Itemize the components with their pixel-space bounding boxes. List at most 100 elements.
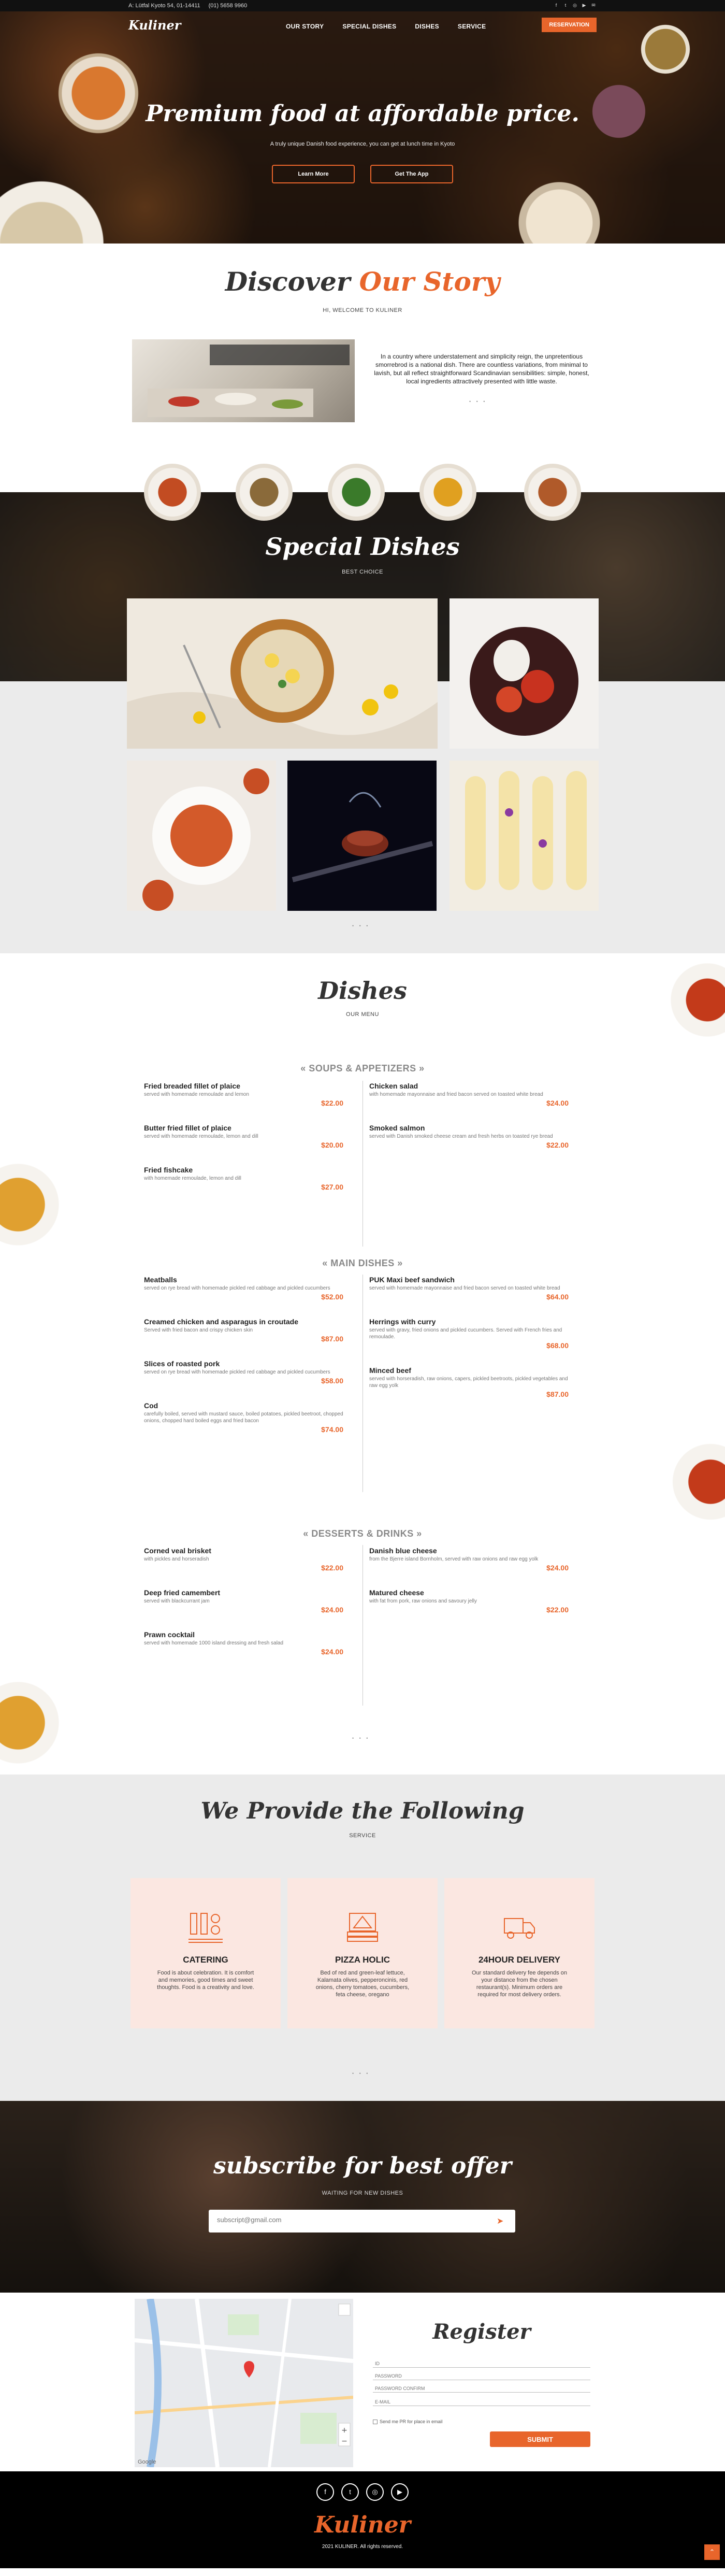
menu-item-price: $24.00 (321, 1606, 343, 1614)
menu-item[interactable]: Danish blue cheese from the Bjerre islan… (369, 1547, 569, 1572)
menu-item-desc: Served with fried bacon and crispy chick… (144, 1327, 253, 1333)
logo[interactable]: Kuliner (128, 18, 181, 33)
facebook-icon[interactable]: f (553, 2, 559, 8)
menu-item[interactable]: Fried breaded fillet of plaice served wi… (144, 1082, 343, 1107)
special-subtitle: BEST CHOICE (342, 569, 383, 575)
menu-item-price: $22.00 (321, 1099, 343, 1107)
menu-item-desc: with homemade mayonnaise and fried bacon… (369, 1092, 543, 1097)
menu-item[interactable]: Meatballs served on rye bread with homem… (144, 1276, 343, 1301)
password-field[interactable] (373, 2372, 590, 2380)
menu-item-price: $24.00 (321, 1648, 343, 1656)
service-card-catering[interactable]: CATERING Food is about celebration. It i… (130, 1878, 281, 2028)
side-plate-soup (661, 953, 725, 1047)
menu-column-right: PUK Maxi beef sandwich served with homem… (369, 1276, 569, 1415)
special-title: Special Dishes (265, 533, 460, 561)
menu-item[interactable]: Smoked salmon served with Danish smoked … (369, 1124, 569, 1149)
subscribe-email-input[interactable] (217, 2216, 486, 2224)
menu-item-desc: from the Bjerre island Bornholm, served … (369, 1556, 539, 1562)
menu-item[interactable]: PUK Maxi beef sandwich served with homem… (369, 1276, 569, 1301)
menu-item[interactable]: Matured cheese with fat from pork, raw o… (369, 1588, 569, 1614)
id-field[interactable] (373, 2360, 590, 2368)
menu-category-title: « MAIN DISHES » (322, 1258, 403, 1268)
twitter-icon[interactable]: t (341, 2483, 359, 2501)
soup-plate-image (144, 464, 201, 521)
menu-item[interactable]: Cod carefully boiled, served with mustar… (144, 1401, 343, 1434)
pasta-bowl-illustration (127, 598, 438, 749)
email-field[interactable] (373, 2398, 590, 2406)
menu-item-price: $87.00 (321, 1335, 343, 1343)
hero-section: Kuliner OUR STORY SPECIAL DISHES DISHES … (0, 0, 725, 244)
menu-item[interactable]: Creamed chicken and asparagus in croutad… (144, 1318, 343, 1343)
youtube-icon[interactable]: ▶ (391, 2483, 409, 2501)
password-confirm-field[interactable] (373, 2385, 590, 2393)
register-title: Register (432, 2320, 531, 2344)
menu-item-desc: served with homemade remoulade, lemon an… (144, 1134, 258, 1139)
menu-item-price: $58.00 (321, 1377, 343, 1385)
side-plate-noodles (0, 1673, 67, 1772)
reservation-button[interactable]: RESERVATION (542, 18, 597, 32)
tomato-plate-illustration (450, 598, 599, 749)
salad-plate-image (236, 464, 293, 521)
facebook-icon[interactable]: f (316, 2483, 334, 2501)
map-illustration: + − (135, 2299, 353, 2467)
pr-checkbox-label: Send me PR for place in email (380, 2419, 443, 2424)
menu-item[interactable]: Deep fried camembert served with blackcu… (144, 1588, 343, 1614)
footer-social: f t ◎ ▶ (0, 2483, 725, 2501)
catering-icon (187, 1909, 224, 1945)
pizza-box-icon (344, 1909, 381, 1945)
menu-item-name: Minced beef (369, 1366, 411, 1375)
nav-service[interactable]: SERVICE (458, 23, 486, 30)
menu-item-desc: served on rye bread with homemade pickle… (144, 1369, 330, 1375)
menu-item-price: $22.00 (546, 1141, 569, 1149)
service-card-pizza[interactable]: PIZZA HOLIC Bed of red and green-leaf le… (287, 1878, 438, 2028)
dish-card-pasta-bowl[interactable] (127, 598, 438, 749)
menu-item-name: Herrings with curry (369, 1318, 436, 1326)
menu-item[interactable]: Butter fried fillet of plaice served wit… (144, 1124, 343, 1149)
dish-card-tomato-plate[interactable] (450, 598, 599, 749)
decorative-dots: • • • (352, 923, 370, 928)
instagram-icon[interactable]: ◎ (366, 2483, 384, 2501)
learn-more-button[interactable]: Learn More (272, 165, 355, 183)
menu-item-desc: served with gravy, fried onions and pick… (369, 1327, 562, 1340)
rolls-illustration (450, 761, 599, 911)
menu-item[interactable]: Slices of roasted pork served on rye bre… (144, 1359, 343, 1385)
pr-checkbox-row[interactable]: Send me PR for place in email (373, 2419, 443, 2424)
dish-card-smoked-meat[interactable] (287, 761, 437, 911)
menu-item-desc: served with horseradish, raw onions, cap… (369, 1376, 568, 1389)
email-icon[interactable]: ✉ (590, 2, 597, 8)
menu-item[interactable]: Herrings with curry served with gravy, f… (369, 1318, 569, 1350)
pr-checkbox[interactable] (373, 2419, 378, 2424)
stew-plate-image (524, 464, 581, 521)
submit-button[interactable]: SUBMIT (490, 2431, 590, 2447)
dish-card-rolls[interactable] (450, 761, 599, 911)
send-icon[interactable]: ➤ (497, 2216, 507, 2226)
menu-item[interactable]: Fried fishcake with homemade remoulade, … (144, 1166, 343, 1191)
back-to-top-icon[interactable]: ⌃ (704, 2544, 720, 2560)
menu-item[interactable]: Chicken salad with homemade mayonnaise a… (369, 1082, 569, 1107)
twitter-icon[interactable]: t (562, 2, 569, 8)
menu-item[interactable]: Prawn cocktail served with homemade 1000… (144, 1630, 343, 1656)
footer-logo[interactable]: Kuliner (0, 2512, 725, 2538)
youtube-icon[interactable]: ▶ (581, 2, 587, 8)
service-card-title: CATERING (183, 1955, 228, 1965)
story-text: In a country where understatement and si… (374, 353, 589, 385)
map-embed[interactable]: + − Google (135, 2299, 353, 2467)
menu-item[interactable]: Corned veal brisket with pickles and hor… (144, 1547, 343, 1572)
menu-item-name: Slices of roasted pork (144, 1359, 220, 1368)
service-card-text: Bed of red and green-leaf lettuce, Kalam… (315, 1970, 410, 1998)
story-title-a: Discover (225, 266, 351, 297)
menu-item-desc: with homemade remoulade, lemon and dill (144, 1176, 241, 1181)
menu-item-desc: served with homemade 1000 island dressin… (144, 1640, 284, 1646)
nav-dishes[interactable]: DISHES (415, 23, 439, 30)
get-app-button[interactable]: Get The App (370, 165, 453, 183)
nav-special-dishes[interactable]: SPECIAL DISHES (342, 23, 396, 30)
nav-our-story[interactable]: OUR STORY (286, 23, 324, 30)
instagram-icon[interactable]: ◎ (572, 2, 578, 8)
menu-item-name: Deep fried camembert (144, 1588, 221, 1597)
service-card-delivery[interactable]: 24HOUR DELIVERY Our standard delivery fe… (444, 1878, 594, 2028)
menu-item[interactable]: Minced beef served with horseradish, raw… (369, 1366, 569, 1398)
dish-card-spaghetti[interactable] (127, 761, 276, 911)
hero-buttons: Learn More Get The App (0, 165, 725, 183)
menu-item-name: Cod (144, 1401, 158, 1410)
menu-item-desc: served with homemade mayonnaise and frie… (369, 1285, 560, 1291)
